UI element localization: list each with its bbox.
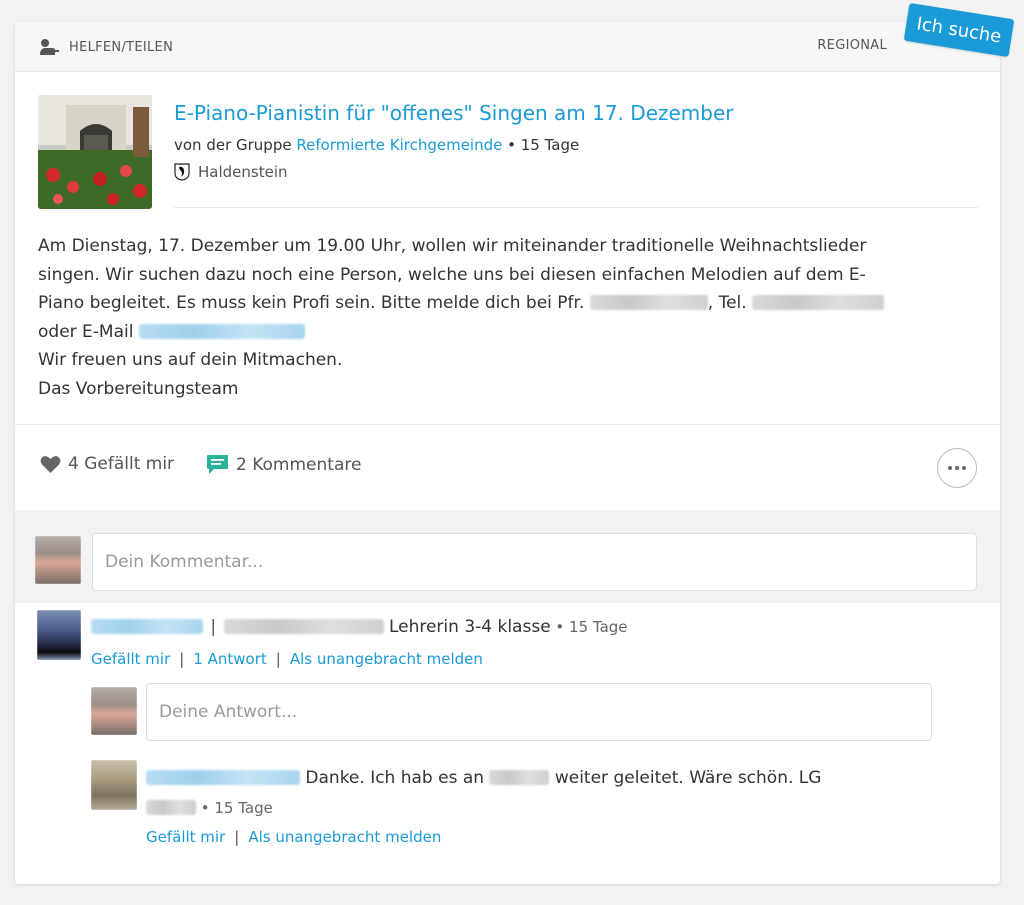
current-user-avatar [91, 687, 137, 735]
reply-actions: Gefällt mir | Als unangebracht melden [146, 828, 441, 846]
like-count: 4 Gefällt mir [68, 454, 175, 474]
more-options-button[interactable] [937, 448, 977, 488]
commenter-role: Lehrerin 3-4 klasse [388, 617, 551, 637]
reply-report-link[interactable]: Als unangebracht melden [248, 828, 441, 846]
body-line: oder E-Mail [38, 318, 958, 347]
replier-avatar [91, 760, 137, 810]
comment-reply-link[interactable]: 1 Antwort [193, 650, 266, 668]
reply-like-link[interactable]: Gefällt mir [146, 828, 225, 846]
comment-icon [207, 455, 228, 474]
municipality-crest-icon [174, 163, 190, 181]
post-body: Am Dienstag, 17. Dezember um 19.00 Uhr, … [38, 232, 958, 403]
byline-prefix: von der Gruppe [174, 136, 297, 154]
comment-like-link[interactable]: Gefällt mir [91, 650, 170, 668]
dot-icon [948, 466, 952, 470]
card-header: HELFEN/TEILEN REGIONAL [15, 22, 1000, 72]
dot-icon [962, 466, 966, 470]
link-divider: | [234, 828, 240, 846]
reply-text-part: weiter geleitet. Wäre schön. LG [549, 768, 822, 788]
location-label: Haldenstein [198, 163, 288, 181]
body-text: Piano begleitet. Es muss kein Profi sein… [38, 293, 590, 313]
post-title[interactable]: E-Piano-Pianistin für "offenes" Singen a… [174, 101, 734, 125]
comment-input[interactable]: Dein Kommentar... [92, 533, 977, 591]
reply-age: • 15 Tage [196, 799, 273, 817]
dot-icon [955, 466, 959, 470]
body-line: Wir freuen uns auf dein Mitmachen. [38, 350, 343, 370]
body-line: Am Dienstag, 17. Dezember um 19.00 Uhr, … [38, 236, 867, 256]
reply-placeholder: Deine Antwort... [159, 702, 298, 722]
actions-divider [15, 424, 1000, 425]
comment-report-link[interactable]: Als unangebracht melden [290, 650, 483, 668]
redacted-email-link[interactable] [138, 323, 305, 339]
body-line: Piano begleitet. Es muss kein Profi sein… [38, 289, 958, 318]
post-age: • 15 Tage [502, 136, 580, 154]
comment-placeholder: Dein Kommentar... [105, 552, 264, 572]
comment-actions: Gefällt mir | 1 Antwort | Als unangebracht m… [91, 650, 483, 668]
reply-input[interactable]: Deine Antwort... [146, 683, 932, 741]
body-text: , Tel. [707, 293, 753, 313]
comment-header: | Lehrerin 3-4 klasse • 15 Tage [91, 617, 628, 637]
body-line: Das Vorbereitungsteam [38, 378, 239, 399]
redacted-phone [752, 295, 885, 310]
current-user-avatar [35, 536, 81, 584]
title-separator [174, 207, 978, 208]
comment-count: 2 Kommentare [236, 454, 362, 475]
category-label: HELFEN/TEILEN [69, 40, 174, 55]
redacted-name [589, 295, 708, 310]
post-byline: von der Gruppe Reformierte Kirchgemeinde… [174, 136, 579, 154]
group-link[interactable]: Reformierte Kirchgemeinde [296, 136, 502, 154]
redacted-signature [146, 800, 196, 815]
redacted-recipient [489, 770, 550, 785]
commenter-avatar [37, 610, 81, 660]
reply-text: Danke. Ich hab es an weiter geleitet. Wä… [146, 768, 821, 788]
body-line: singen. Wir suchen dazu noch eine Person… [38, 264, 866, 285]
like-button[interactable]: 4 Gefällt mir [40, 454, 174, 474]
post-location: Haldenstein [174, 163, 288, 181]
redacted-commenter-name[interactable] [91, 619, 203, 634]
comments-button[interactable]: 2 Kommentare [206, 454, 361, 475]
scope-label: REGIONAL [817, 38, 887, 53]
comment-age: • 15 Tage [550, 618, 628, 636]
reply-text-part: Danke. Ich hab es an [305, 768, 490, 788]
link-divider: | [179, 650, 185, 668]
post-thumbnail[interactable] [38, 95, 152, 209]
body-text: oder E-Mail [38, 321, 139, 342]
reply-meta: • 15 Tage [146, 798, 273, 818]
person-help-icon [40, 39, 59, 55]
redacted-commenter-info [223, 619, 384, 634]
heart-icon [40, 455, 61, 473]
name-separator: | [210, 617, 217, 637]
link-divider: | [275, 650, 281, 668]
redacted-replier-name[interactable] [146, 770, 300, 785]
